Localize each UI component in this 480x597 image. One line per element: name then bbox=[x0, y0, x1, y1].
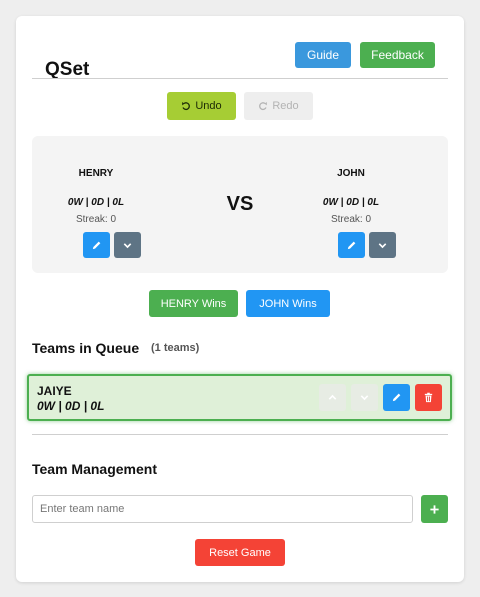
left-team-name: HENRY bbox=[78, 168, 114, 179]
pencil-icon bbox=[346, 240, 357, 251]
undo-icon bbox=[181, 101, 191, 111]
main-card: QSet Guide Feedback Undo Redo HENRY 0W |… bbox=[16, 16, 464, 582]
chevron-down-icon bbox=[377, 240, 388, 251]
left-team-record: 0W | 0D | 0L bbox=[67, 197, 125, 208]
chevron-down-icon bbox=[122, 240, 133, 251]
queue-item-record: 0W | 0D | 0L bbox=[37, 399, 105, 413]
queue-item: JAIYE 0W | 0D | 0L bbox=[27, 374, 452, 421]
feedback-button[interactable]: Feedback bbox=[360, 42, 435, 68]
left-team: HENRY 0W | 0D | 0L Streak: 0 bbox=[38, 136, 154, 273]
pencil-icon bbox=[91, 240, 102, 251]
header-divider bbox=[32, 78, 448, 79]
right-team-record: 0W | 0D | 0L bbox=[322, 197, 380, 208]
right-team-wins-button[interactable]: JOHN Wins bbox=[246, 290, 330, 317]
queue-divider bbox=[32, 434, 448, 435]
move-up-button[interactable] bbox=[319, 384, 346, 411]
expand-right-team-button[interactable] bbox=[369, 232, 396, 258]
redo-button[interactable]: Redo bbox=[244, 92, 313, 120]
edit-right-team-button[interactable] bbox=[338, 232, 365, 258]
edit-left-team-button[interactable] bbox=[83, 232, 110, 258]
expand-left-team-button[interactable] bbox=[114, 232, 141, 258]
move-down-button[interactable] bbox=[351, 384, 378, 411]
redo-label: Redo bbox=[272, 100, 299, 112]
management-title: Team Management bbox=[32, 461, 157, 477]
queue-item-name: JAIYE bbox=[37, 384, 72, 398]
vs-label: VS bbox=[226, 193, 254, 215]
chevron-down-icon bbox=[359, 392, 370, 403]
pencil-icon bbox=[391, 392, 402, 403]
undo-label: Undo bbox=[195, 100, 222, 112]
left-team-wins-button[interactable]: HENRY Wins bbox=[149, 290, 238, 317]
reset-game-button[interactable]: Reset Game bbox=[195, 539, 285, 566]
redo-icon bbox=[258, 101, 268, 111]
queue-title: Teams in Queue bbox=[32, 340, 140, 356]
left-team-streak: Streak: 0 bbox=[75, 214, 117, 225]
right-team-name: JOHN bbox=[337, 168, 365, 179]
plus-icon bbox=[429, 504, 440, 515]
right-team-streak: Streak: 0 bbox=[330, 214, 372, 225]
guide-button[interactable]: Guide bbox=[295, 42, 351, 68]
queue-count: (1 teams) bbox=[151, 342, 200, 354]
right-team: JOHN 0W | 0D | 0L Streak: 0 bbox=[293, 136, 409, 273]
team-name-input[interactable] bbox=[32, 495, 413, 523]
undo-button[interactable]: Undo bbox=[167, 92, 236, 120]
chevron-up-icon bbox=[327, 392, 338, 403]
current-match-panel: HENRY 0W | 0D | 0L Streak: 0 VS JOHN 0W … bbox=[32, 136, 448, 273]
add-team-button[interactable] bbox=[421, 495, 448, 523]
trash-icon bbox=[423, 392, 434, 403]
delete-queue-team-button[interactable] bbox=[415, 384, 442, 411]
edit-queue-team-button[interactable] bbox=[383, 384, 410, 411]
